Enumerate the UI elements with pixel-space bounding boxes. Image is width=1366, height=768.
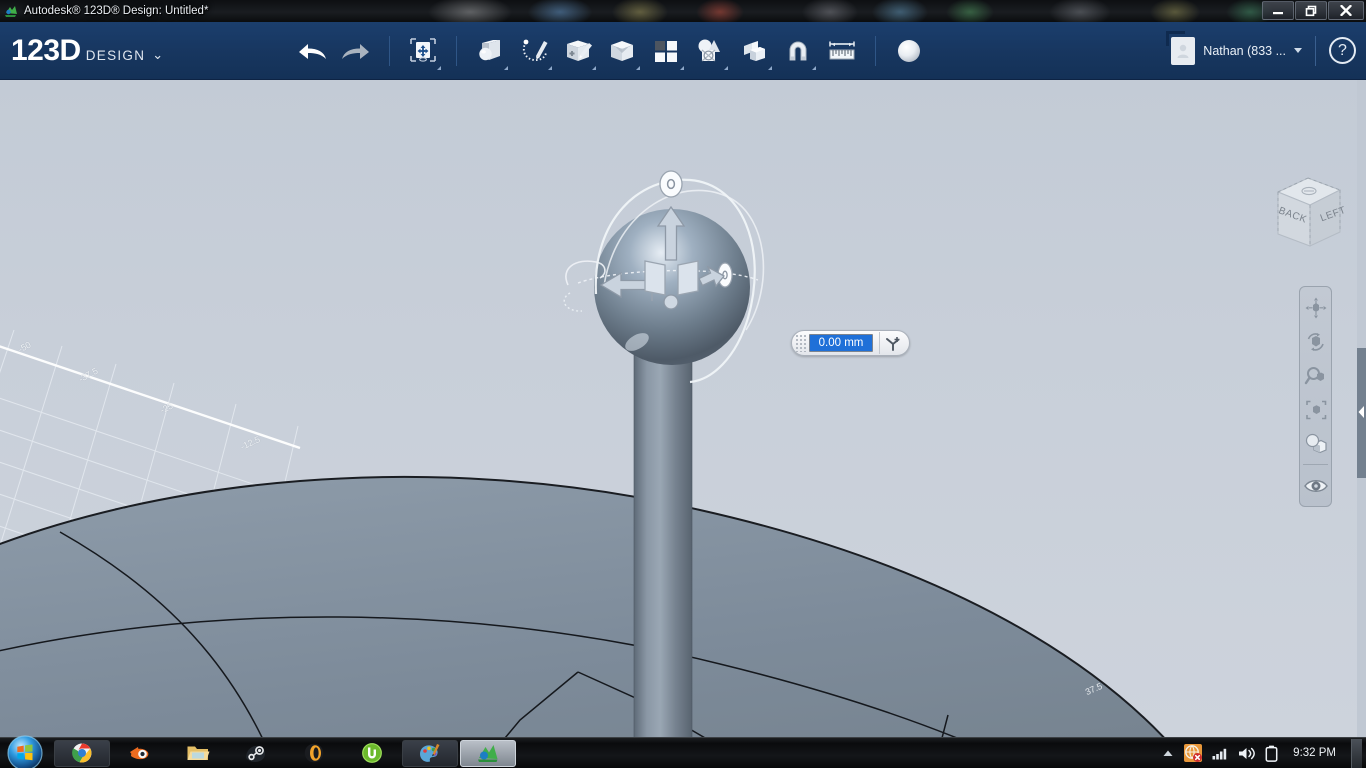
brand-design-text: DESIGN (85, 47, 146, 63)
nav-shading-button[interactable] (1301, 428, 1330, 459)
nav-pan-button[interactable] (1301, 292, 1330, 323)
taskbar-item-opera[interactable] (286, 740, 342, 767)
gizmo-rotate-arc-left-dashed (563, 292, 583, 312)
app-brand-menu[interactable]: 123D DESIGN ⌄ (11, 33, 163, 67)
dropdown-caret-icon[interactable] (504, 65, 509, 70)
account-chevron-down-icon[interactable] (1294, 48, 1302, 53)
restore-button[interactable] (1295, 1, 1327, 20)
transform-button[interactable] (401, 28, 445, 74)
123d-app-icon (4, 4, 18, 18)
navigation-bar (1299, 286, 1332, 507)
pattern-button[interactable] (644, 28, 688, 74)
axis-lock-button[interactable] (879, 332, 905, 354)
minimize-button[interactable] (1262, 1, 1294, 20)
model-cylinder (634, 330, 692, 737)
modeling-tool-group (468, 22, 931, 80)
window-title-text: Autodesk® 123D® Design: Untitled* (24, 5, 209, 17)
taskbar-item-steam[interactable] (228, 740, 284, 767)
toolbar-separator (1315, 35, 1316, 66)
taskbar-clock[interactable]: 9:32 PM (1293, 747, 1336, 759)
gizmo-rotate-handle-top (659, 170, 683, 198)
window-title-bar: Autodesk® 123D® Design: Untitled* (0, 0, 1366, 22)
application-window: Autodesk® 123D® Design: Untitled* 123D D… (0, 0, 1366, 768)
dropdown-caret-icon[interactable] (768, 65, 773, 70)
measure-button[interactable] (820, 28, 864, 74)
windows-taskbar: 9:32 PM (0, 735, 1366, 768)
show-desktop-button[interactable] (1351, 738, 1362, 768)
toolbar-separator (389, 35, 391, 66)
model-dome-surface (0, 476, 1164, 737)
taskbar-item-paint[interactable] (402, 739, 458, 767)
dimension-input-widget[interactable] (791, 330, 910, 356)
dropdown-caret-icon[interactable] (437, 65, 442, 70)
nav-orbit-button[interactable] (1301, 326, 1330, 357)
history-tool-group (290, 22, 468, 80)
snap-button[interactable] (776, 28, 820, 74)
combine-button[interactable] (732, 28, 776, 74)
primitives-button[interactable] (468, 28, 512, 74)
battery-icon[interactable] (1265, 745, 1278, 762)
toolbar-separator (456, 35, 458, 66)
user-avatar-icon (1166, 30, 1196, 65)
nav-fit-button[interactable] (1301, 394, 1330, 425)
taskbar-item-chrome[interactable] (54, 739, 110, 767)
show-hidden-icons-button[interactable] (1162, 748, 1174, 758)
3d-viewport[interactable]: -50 -37.5 -25 -12.5 37.5 0.00 mm BACK LE… (0, 80, 1366, 737)
drag-grip-icon[interactable] (795, 334, 807, 352)
dropdown-caret-icon[interactable] (636, 65, 641, 70)
panel-collapse-arrow-icon[interactable] (1357, 403, 1366, 421)
nav-visibility-button[interactable] (1301, 470, 1330, 501)
dropdown-caret-icon[interactable] (812, 65, 817, 70)
material-button[interactable] (887, 28, 931, 74)
brand-123d-text: 123D (11, 33, 81, 67)
dimension-value-input[interactable] (809, 334, 873, 352)
dropdown-caret-icon[interactable] (592, 65, 597, 70)
view-cube[interactable]: BACK LEFT (1258, 166, 1358, 262)
taskbar-item-utorrent[interactable] (344, 740, 400, 767)
volume-icon[interactable] (1238, 746, 1256, 761)
close-button[interactable] (1328, 1, 1364, 20)
taskbar-item-explorer[interactable] (170, 740, 226, 767)
toolbar-separator (875, 35, 877, 66)
help-button[interactable]: ? (1329, 37, 1356, 64)
network-error-icon[interactable] (1183, 743, 1203, 763)
construct-button[interactable] (556, 28, 600, 74)
window-controls (1262, 1, 1364, 20)
account-area: Nathan (833 ... ? (1166, 30, 1366, 66)
chevron-down-icon[interactable]: ⌄ (152, 47, 163, 63)
account-name-label[interactable]: Nathan (833 ... (1203, 44, 1286, 58)
nav-zoom-button[interactable] (1301, 360, 1330, 391)
dropdown-caret-icon[interactable] (680, 65, 685, 70)
taskbar-item-123d[interactable] (460, 739, 516, 767)
main-toolbar: 123D DESIGN ⌄ Nathan (833 ... ? (0, 22, 1366, 80)
signal-bars-icon[interactable] (1212, 746, 1229, 760)
dropdown-caret-icon[interactable] (724, 65, 729, 70)
redo-button[interactable] (334, 28, 378, 74)
modify-button[interactable] (600, 28, 644, 74)
nav-separator (1303, 464, 1328, 465)
taskbar-item-blender[interactable] (112, 740, 168, 767)
undo-button[interactable] (290, 28, 334, 74)
dropdown-caret-icon[interactable] (548, 65, 553, 70)
taskbar-items (54, 739, 516, 767)
sketch-button[interactable] (512, 28, 556, 74)
start-button[interactable] (0, 735, 50, 768)
3d-scene (0, 170, 1165, 737)
grouping-button[interactable] (688, 28, 732, 74)
system-tray: 9:32 PM (1162, 738, 1366, 768)
grid-axis-line (0, 345, 301, 450)
